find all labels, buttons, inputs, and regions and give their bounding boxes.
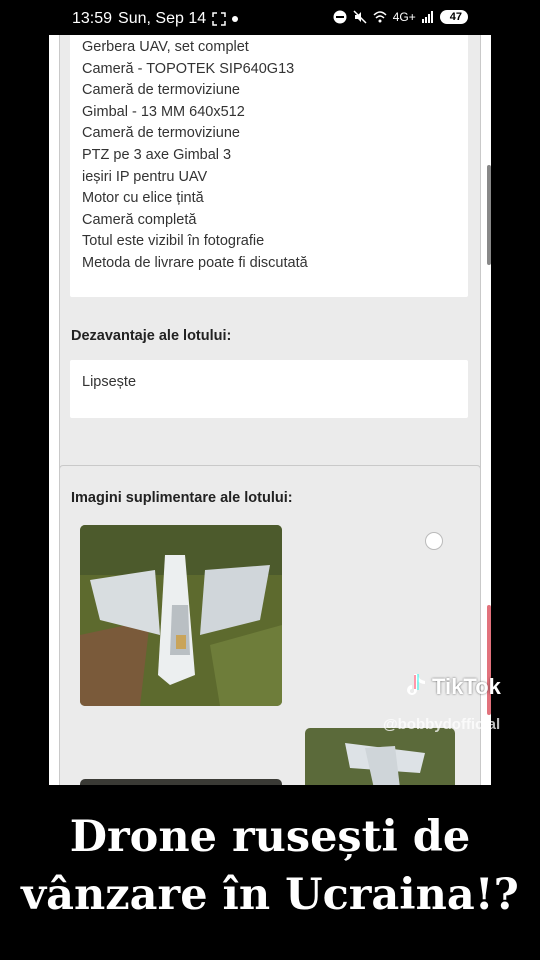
feature-item: PTZ pe 3 axe Gimbal 3 [82,146,232,163]
feature-item: Cameră de termoviziune [82,125,240,142]
disadvantages-value: Lipsește [82,374,137,390]
drone-photo-image [80,525,282,706]
disadvantages-box: Lipsește [70,360,468,418]
lot-features-box: Gerbera UAV, set complet Cameră - TOPOTE… [70,35,468,297]
status-left: 13:59 Sun, Sep 14 [72,10,239,28]
drone-photo-image [305,728,455,785]
signal-icon [421,11,433,23]
wifi-icon [373,11,387,23]
lot-photo-1[interactable] [80,525,282,706]
tiktok-logo-icon [407,674,425,695]
feature-item: Cameră completă [82,211,197,228]
lot-photo-3[interactable] [80,779,282,785]
notification-dot-icon [232,16,239,22]
tiktok-brand: TikTok [432,674,501,699]
mute-icon [353,10,367,24]
drone-photo-image [80,779,282,785]
feature-item: Cameră de termoviziune [82,82,240,99]
disadvantages-heading: Dezavantaje ale lotului: [71,328,232,344]
tiktok-username: @bobbydofficial [383,716,501,733]
caption-line-2: vânzare în Ucraina!? [21,870,519,920]
video-caption: Drone rusești de vânzare în Ucraina!? [0,808,540,924]
image-select-radio[interactable] [425,532,443,550]
screen-record-icon [212,12,226,26]
status-time: 13:59 [72,10,113,27]
additional-images-heading: Imagini suplimentare ale lotului: [71,490,293,506]
caption-line-1: Drone rusești de [69,812,471,862]
feature-item: Gimbal - 13 MM 640x512 [82,103,245,120]
do-not-disturb-icon [333,10,347,24]
battery-indicator: 47 [439,10,468,24]
feature-item: Motor cu elice țintă [82,190,204,207]
status-date: Sun, Sep 14 [118,10,207,27]
scrollbar-thumb[interactable] [487,165,491,265]
lot-details-panel: Gerbera UAV, set complet Cameră - TOPOTE… [59,35,481,491]
lot-photo-2[interactable] [305,728,455,785]
feature-item: Gerbera UAV, set complet [82,39,249,55]
feature-item: Metoda de livrare poate fi discutată [82,254,308,271]
feature-item: Totul este vizibil în fotografie [82,233,265,250]
feature-item: ieșiri IP pentru UAV [82,168,208,185]
feature-item: Cameră - TOPOTEK SIP640G13 [82,60,295,77]
status-bar: 13:59 Sun, Sep 14 4G+ 47 [0,0,540,38]
status-right: 4G+ 47 [333,10,468,24]
network-type: 4G+ [392,10,416,24]
